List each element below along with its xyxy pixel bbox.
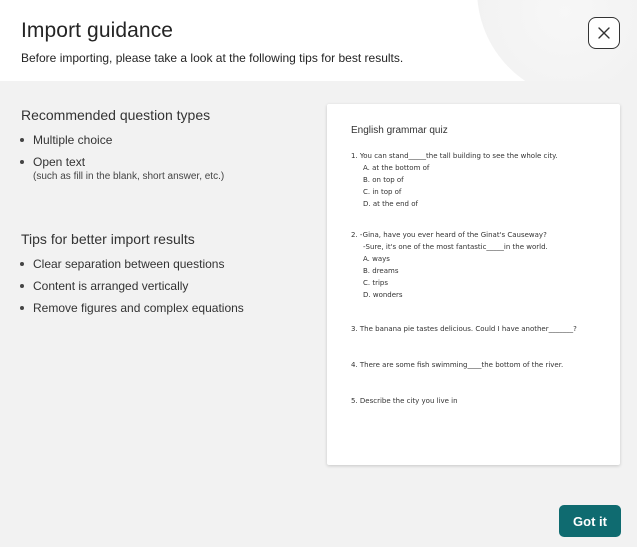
question-text: 4. There are some fish swimming____the b…: [351, 361, 564, 369]
list-item: Open text (such as fill in the blank, sh…: [19, 153, 224, 193]
preview-question: 5. Describe the city you live in: [351, 395, 596, 407]
list-item: Content is arranged vertically: [19, 277, 244, 299]
list-item-note: (such as fill in the blank, short answer…: [33, 171, 225, 182]
dialog-header: Import guidance Before importing, please…: [0, 0, 637, 81]
tips-section-title: Tips for better import results: [21, 231, 195, 247]
list-item: Multiple choice: [19, 131, 224, 153]
preview-question: 4. There are some fish swimming____the b…: [351, 359, 596, 371]
preview-title: English grammar quiz: [351, 125, 448, 136]
question-option: C. trips: [363, 279, 388, 287]
question-text: 5. Describe the city you live in: [351, 397, 458, 405]
question-text: 3. The banana pie tastes delicious. Coul…: [351, 325, 577, 333]
preview-question: 2. -Gina, have you ever heard of the Gin…: [351, 229, 596, 301]
preview-question: 1. You can stand_____the tall building t…: [351, 150, 596, 210]
question-option: D. at the end of: [363, 200, 418, 208]
list-item-label: Open text: [33, 155, 86, 169]
close-icon: [598, 27, 610, 39]
question-option: A. at the bottom of: [363, 164, 430, 172]
dialog-title: Import guidance: [21, 19, 174, 42]
recommended-section-title: Recommended question types: [21, 107, 211, 123]
question-option: B. dreams: [363, 267, 399, 275]
close-button[interactable]: [588, 17, 620, 49]
list-item-label: Multiple choice: [33, 133, 113, 147]
list-item-label: Remove figures and complex equations: [33, 301, 244, 315]
dialog-subtitle: Before importing, please take a look at …: [21, 51, 404, 65]
question-option: B. on top of: [363, 176, 404, 184]
preview-question: 3. The banana pie tastes delicious. Coul…: [351, 323, 596, 335]
example-document-preview: English grammar quiz 1. You can stand___…: [327, 104, 620, 465]
list-item: Remove figures and complex equations: [19, 299, 244, 321]
list-item-label: Content is arranged vertically: [33, 279, 189, 293]
question-option: D. wonders: [363, 291, 403, 299]
question-text: -Sure, it's one of the most fantastic___…: [363, 243, 548, 251]
import-guidance-dialog: Import guidance Before importing, please…: [0, 0, 637, 547]
question-option: A. ways: [363, 255, 390, 263]
question-text: 1. You can stand_____the tall building t…: [351, 152, 558, 160]
list-item: Clear separation between questions: [19, 255, 244, 277]
recommended-list: Multiple choice Open text (such as fill …: [19, 131, 224, 193]
question-text: 2. -Gina, have you ever heard of the Gin…: [351, 231, 547, 239]
question-option: C. in top of: [363, 188, 402, 196]
tips-list: Clear separation between questions Conte…: [19, 255, 244, 321]
list-item-label: Clear separation between questions: [33, 257, 225, 271]
got-it-button[interactable]: Got it: [559, 505, 621, 537]
